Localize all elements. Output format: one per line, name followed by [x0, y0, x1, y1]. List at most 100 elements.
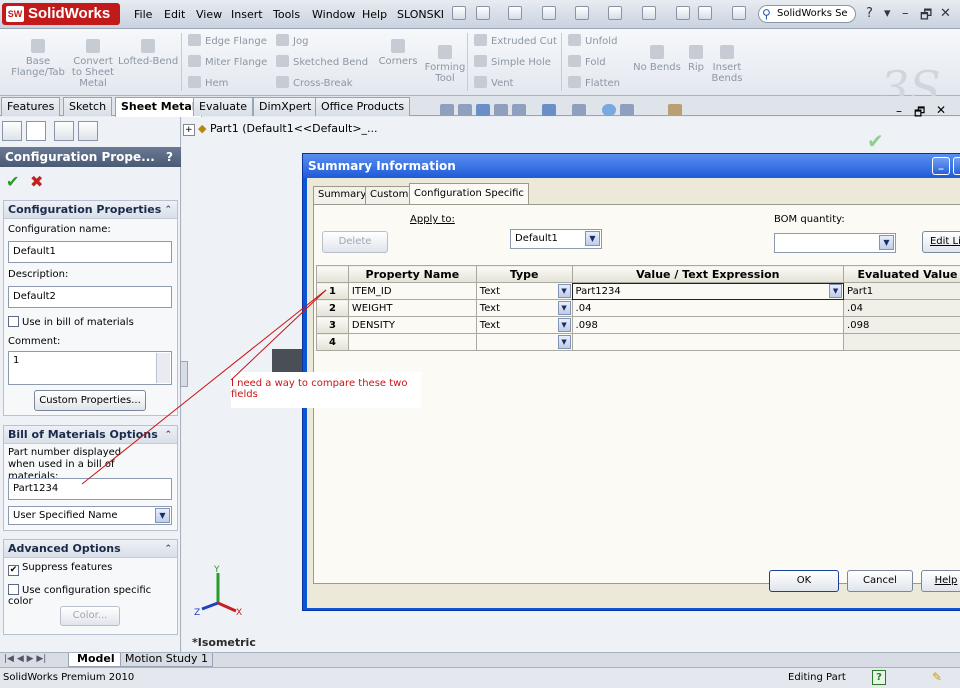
feature-tree-tab-icon[interactable] [2, 121, 22, 141]
value-cell[interactable] [571, 333, 845, 351]
options-icon[interactable] [732, 6, 746, 20]
tab-summary[interactable]: Summary [313, 186, 372, 204]
menu-insert[interactable]: Insert [231, 8, 263, 21]
menu-window[interactable]: Window [312, 8, 355, 21]
hem-button[interactable]: Hem [188, 76, 267, 90]
config-color-checkbox[interactable]: Use configuration specific color [8, 584, 177, 607]
chevron-down-icon[interactable]: ▼ [829, 284, 843, 298]
new-document-icon[interactable] [476, 6, 490, 20]
dimxpert-manager-tab-icon[interactable] [78, 121, 98, 141]
tab-features[interactable]: Features [1, 97, 61, 116]
cancel-button[interactable]: Cancel [847, 570, 913, 592]
column-header-evaluated-value[interactable]: Evaluated Value [843, 265, 960, 283]
property-name-cell[interactable]: WEIGHT [347, 299, 477, 317]
chevron-down-icon[interactable]: ▼ [557, 284, 571, 298]
type-cell[interactable]: Text ▼ [475, 316, 573, 334]
table-row[interactable]: 2 WEIGHT Text ▼ .04 .04 [316, 299, 960, 317]
simple-hole-button[interactable]: Simple Hole [474, 55, 557, 69]
help-dropdown-icon[interactable]: ▾ [884, 6, 891, 21]
use-bom-checkbox[interactable]: Use in bill of materials [8, 316, 134, 328]
tab-evaluate[interactable]: Evaluate [193, 97, 254, 116]
tab-sheet-metal[interactable]: Sheet Metal [115, 97, 202, 117]
group-header[interactable]: Configuration Properties ⌃ [4, 201, 177, 219]
checkbox-checked-icon[interactable]: ✔ [8, 565, 19, 576]
tab-custom[interactable]: Custom [365, 186, 414, 204]
doc-minimize-icon[interactable]: – [896, 104, 902, 118]
group-header[interactable]: Bill of Materials Options ⌃ [4, 426, 177, 444]
type-cell[interactable]: Text ▼ [475, 282, 573, 300]
type-cell[interactable]: Text ▼ [475, 299, 573, 317]
row-number[interactable]: 3 [316, 316, 349, 334]
forming-tool-button[interactable]: Forming Tool [424, 45, 466, 84]
appearance-icon[interactable] [602, 104, 616, 116]
column-header-value[interactable]: Value / Text Expression [571, 265, 845, 283]
cancel-x-icon[interactable]: ✖ [30, 172, 43, 191]
chevron-down-icon[interactable]: ▼ [585, 231, 600, 246]
base-flange-button[interactable]: Base Flange/Tab [8, 39, 68, 78]
property-manager-tab-icon[interactable] [26, 121, 46, 141]
table-row[interactable]: 3 DENSITY Text ▼ .098 .098 [316, 316, 960, 334]
row-number[interactable]: 4 [316, 333, 349, 351]
chevron-down-icon[interactable]: ▼ [557, 318, 571, 332]
color-button[interactable]: Color... [60, 606, 120, 626]
minimize-icon[interactable]: – [902, 6, 909, 21]
jog-button[interactable]: Jog [276, 34, 368, 48]
dialog-maximize-icon[interactable] [953, 157, 960, 175]
menu-edit[interactable]: Edit [164, 8, 185, 21]
previous-view-icon[interactable] [476, 104, 490, 116]
convert-to-sheet-metal-button[interactable]: Convert to Sheet Metal [70, 39, 116, 89]
insert-bends-button[interactable]: Insert Bends [708, 45, 746, 84]
rip-button[interactable]: Rip [686, 45, 706, 73]
tab-configuration-specific[interactable]: Configuration Specific [409, 183, 529, 205]
dialog-minimize-icon[interactable]: _ [932, 157, 950, 175]
value-cell[interactable]: .098 [571, 316, 845, 334]
miter-flange-button[interactable]: Miter Flange [188, 55, 267, 69]
sketched-bend-button[interactable]: Sketched Bend [276, 55, 368, 69]
corners-button[interactable]: Corners [376, 39, 420, 67]
collapse-icon[interactable]: ⌃ [164, 426, 172, 444]
comment-field[interactable]: 1 [8, 351, 172, 385]
feature-tree-root[interactable]: + ◆ Part1 (Default1<<Default>_... [183, 122, 378, 136]
pin-icon[interactable] [452, 6, 466, 20]
panel-collapse-handle[interactable] [180, 361, 188, 387]
flatten-button[interactable]: Flatten [568, 76, 620, 90]
configuration-manager-tab-icon[interactable] [54, 121, 74, 141]
group-header[interactable]: Advanced Options ⌃ [4, 540, 177, 558]
tab-office-products[interactable]: Office Products [315, 97, 411, 116]
fold-button[interactable]: Fold [568, 55, 620, 69]
delete-button[interactable]: Delete [322, 231, 388, 253]
property-name-cell[interactable] [347, 333, 477, 351]
select-icon[interactable] [642, 6, 656, 20]
checkbox-icon[interactable] [8, 316, 19, 327]
scrollbar[interactable] [156, 353, 170, 383]
custom-properties-button[interactable]: Custom Properties... [34, 390, 146, 411]
doc-restore-icon[interactable]: 🗗 [914, 103, 925, 124]
quick-tips-icon[interactable]: ✎ [932, 668, 942, 687]
no-bends-button[interactable]: No Bends [633, 45, 681, 73]
bom-quantity-select[interactable]: ▼ [774, 233, 896, 253]
lofted-bend-button[interactable]: Lofted-Bend [118, 39, 178, 67]
unfold-button[interactable]: Unfold [568, 34, 620, 48]
solidworks-logo[interactable]: SW SolidWorks [2, 3, 120, 25]
section-view-icon[interactable] [494, 104, 508, 116]
display-style-icon[interactable] [542, 104, 556, 116]
row-number[interactable]: 2 [316, 299, 349, 317]
chevron-down-icon[interactable]: ▼ [557, 301, 571, 315]
edit-list-button[interactable]: Edit List [922, 231, 960, 253]
extruded-cut-button[interactable]: Extruded Cut [474, 34, 557, 48]
config-name-field[interactable]: Default1 [8, 241, 172, 263]
part-number-source-select[interactable]: User Specified Name ▼ [8, 506, 172, 525]
collapse-icon[interactable]: ⌃ [164, 540, 172, 558]
menu-file[interactable]: File [134, 8, 152, 21]
menu-slonski[interactable]: SLONSKI [397, 8, 444, 21]
help-button[interactable]: Help [921, 570, 960, 592]
menu-tools[interactable]: Tools [273, 8, 300, 21]
hide-show-icon[interactable] [572, 104, 586, 116]
value-cell[interactable]: .04 [571, 299, 845, 317]
row-number[interactable]: 1 [316, 282, 349, 300]
menu-view[interactable]: View [196, 8, 222, 21]
scene-icon[interactable] [620, 104, 634, 116]
print-icon[interactable] [575, 6, 589, 20]
restore-icon[interactable]: 🗗 [920, 6, 932, 28]
collapse-icon[interactable]: ⌃ [164, 201, 172, 219]
